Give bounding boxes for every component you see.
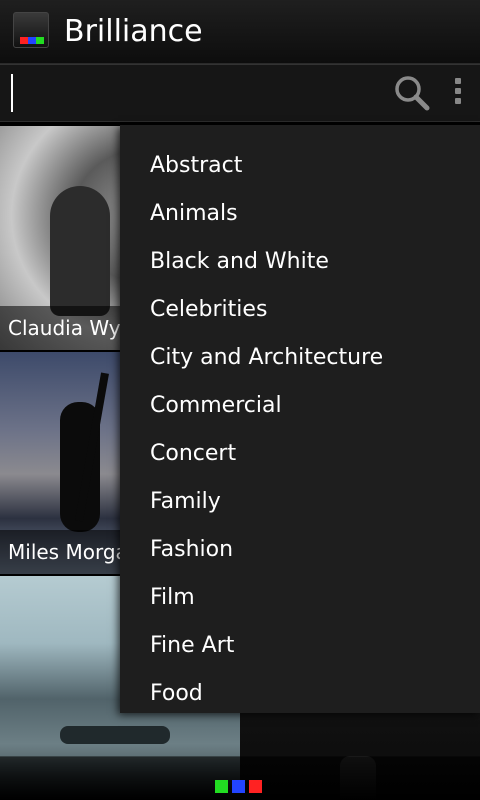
category-item[interactable]: Fashion xyxy=(120,526,480,574)
category-item[interactable]: Concert xyxy=(120,430,480,478)
category-item[interactable]: Abstract xyxy=(120,142,480,190)
app-title: Brilliance xyxy=(64,14,203,49)
blue-square xyxy=(232,780,245,793)
category-item[interactable]: Film xyxy=(120,574,480,622)
category-list: Abstract Animals Black and White Celebritie… xyxy=(120,125,480,713)
category-item[interactable]: Celebrities xyxy=(120,286,480,334)
green-square xyxy=(215,780,228,793)
red-square xyxy=(249,780,262,793)
category-item[interactable]: Black and White xyxy=(120,238,480,286)
blue-square xyxy=(28,37,36,44)
search-input[interactable] xyxy=(4,71,376,117)
category-item[interactable]: Fine Art xyxy=(120,622,480,670)
category-item[interactable]: Commercial xyxy=(120,382,480,430)
search-icon[interactable] xyxy=(392,73,432,113)
category-item[interactable]: City and Architecture xyxy=(120,334,480,382)
overflow-menu-icon[interactable] xyxy=(453,78,463,108)
green-square xyxy=(36,37,44,44)
category-dropdown: Abstract Animals Black and White Celebritie… xyxy=(120,125,480,713)
category-item[interactable]: Animals xyxy=(120,190,480,238)
text-cursor xyxy=(11,74,13,112)
category-item[interactable]: Family xyxy=(120,478,480,526)
category-item[interactable]: Food xyxy=(120,670,480,713)
app-icon[interactable] xyxy=(13,12,49,48)
brand-logo xyxy=(215,780,265,794)
red-square xyxy=(20,37,28,44)
title-bar: Brilliance xyxy=(0,0,480,64)
